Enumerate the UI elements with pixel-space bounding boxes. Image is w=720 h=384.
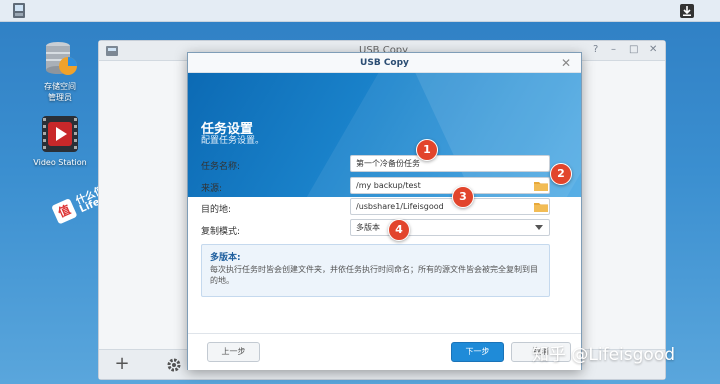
source-folder-icon[interactable] — [533, 179, 549, 193]
dialog-close-icon[interactable]: ✕ — [561, 56, 571, 70]
copy-mode-info-box: 多版本: 每次执行任务时皆会创建文件夹，并依任务执行时间命名；所有的源文件皆会被… — [201, 244, 550, 297]
usb-copy-task-dialog: USB Copy ✕ 任务设置 配置任务设置。 任务名称: 第一个冷备份任务 来… — [187, 52, 582, 370]
main-menu-icon[interactable] — [8, 1, 30, 21]
storage-manager-shortcut[interactable]: 存储空间管理员 — [28, 38, 92, 103]
info-heading: 多版本: — [210, 253, 241, 263]
chevron-down-icon — [535, 225, 543, 230]
destination-folder-icon[interactable] — [533, 200, 549, 214]
copy-mode-value: 多版本 — [356, 223, 380, 232]
minimize-button[interactable]: – — [611, 44, 616, 55]
maximize-button[interactable]: □ — [629, 44, 638, 55]
video-station-label: Video Station — [33, 158, 87, 167]
destination-input[interactable]: /usbshare1/Lifeisgood — [350, 198, 550, 215]
video-station-icon — [42, 116, 78, 152]
window-close-button[interactable]: ✕ — [649, 44, 657, 55]
prev-button[interactable]: 上一步 — [207, 342, 260, 362]
annotation-marker-3: 3 — [452, 186, 474, 208]
storage-manager-label: 存储空间管理员 — [44, 82, 76, 102]
dialog-footer: 上一步 下一步 取消 — [188, 333, 581, 370]
gear-icon[interactable] — [163, 354, 185, 376]
annotation-marker-1: 1 — [416, 139, 438, 161]
zhihu-watermark: 知乎 @Lifeisgood — [532, 345, 676, 365]
dialog-title: USB Copy — [188, 53, 581, 73]
info-body: 每次执行任务时皆会创建文件夹，并依任务执行时间命名；所有的源文件皆会被完全复制到… — [210, 265, 538, 285]
usb-copy-app-icon — [105, 44, 119, 58]
taskbar — [0, 0, 720, 22]
task-name-label: 任务名称: — [201, 162, 241, 172]
add-icon[interactable]: + — [111, 354, 133, 376]
next-button[interactable]: 下一步 — [451, 342, 504, 362]
task-name-input[interactable]: 第一个冷备份任务 — [350, 155, 550, 172]
download-icon[interactable] — [678, 2, 696, 20]
smzdm-logo-icon: 值 — [52, 199, 77, 224]
copy-mode-label: 复制模式: — [201, 227, 241, 237]
video-station-shortcut[interactable]: Video Station — [28, 114, 92, 168]
copy-mode-select[interactable]: 多版本 — [350, 219, 550, 236]
help-button[interactable]: ? — [593, 44, 598, 55]
annotation-marker-4: 4 — [388, 219, 410, 241]
banner-subheading: 配置任务设置。 — [201, 136, 265, 146]
destination-label: 目的地: — [201, 205, 232, 215]
source-input[interactable]: /my backup/test — [350, 177, 550, 194]
storage-manager-icon — [46, 42, 77, 75]
source-label: 来源: — [201, 184, 223, 194]
annotation-marker-2: 2 — [550, 163, 572, 185]
